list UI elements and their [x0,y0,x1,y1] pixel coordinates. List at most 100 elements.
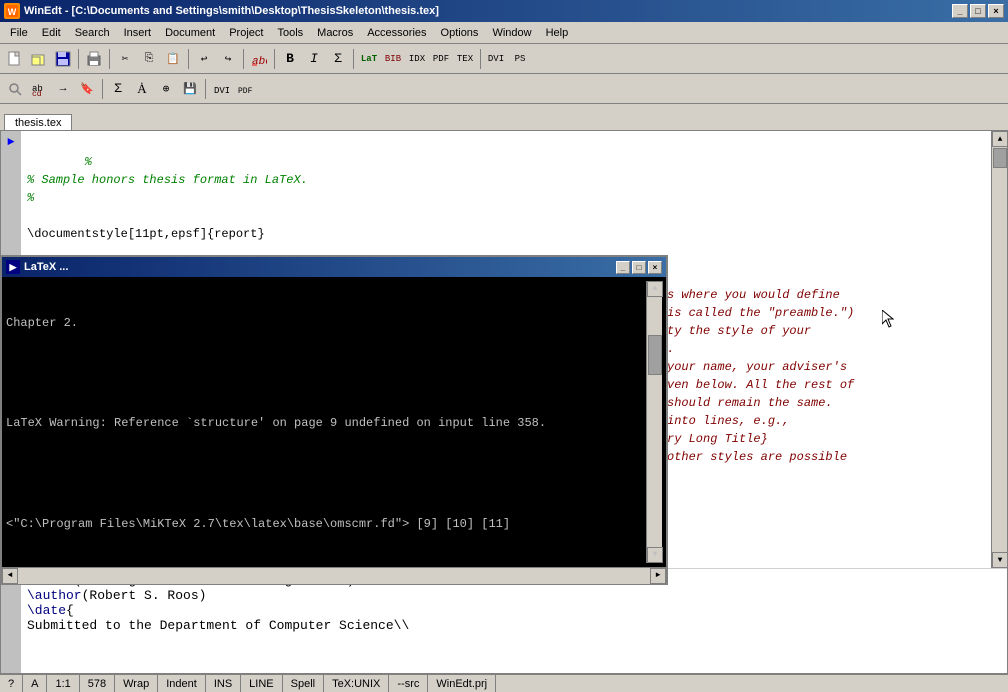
latex-title-left: ▶ LaTeX ... [6,260,68,274]
undo-button[interactable]: ↩ [193,48,215,70]
menu-edit[interactable]: Edit [36,25,67,41]
toolbar-separator-5 [274,49,275,69]
status-help[interactable]: ? [4,675,23,692]
vertical-scrollbar: ▲ ▼ [991,131,1007,568]
latex-hscroll-right[interactable]: ► [650,568,666,584]
menu-insert[interactable]: Insert [118,25,158,41]
italic-button[interactable]: I [303,48,325,70]
latex-minimize-button[interactable]: _ [616,261,630,274]
status-mode: A [23,675,47,692]
title-controls: _ □ × [952,4,1004,18]
print-button[interactable] [83,48,105,70]
menu-tools[interactable]: Tools [271,25,309,41]
status-wrap[interactable]: Wrap [115,675,158,692]
menu-bar: File Edit Search Insert Document Project… [0,22,1008,44]
latex-warn-1: LaTeX Warning: Reference `structure' on … [6,415,646,432]
menu-project[interactable]: Project [223,25,269,41]
cut-button[interactable]: ✂ [114,48,136,70]
bibtex-button[interactable]: BIB [382,48,404,70]
find-button[interactable] [4,78,26,100]
latex-scroll-up[interactable]: ▲ [647,281,663,297]
view-pdf-button[interactable]: PDF [234,78,256,100]
latex-content-area: Chapter 2. LaTeX Warning: Reference `str… [2,277,666,567]
menu-accessories[interactable]: Accessories [361,25,432,41]
goto-button[interactable]: → [52,78,74,100]
latex-hscroll-left[interactable]: ◄ [2,568,18,584]
symbol-button[interactable]: Σ [327,48,349,70]
scroll-track [992,147,1007,552]
ps-button[interactable]: PS [509,48,531,70]
texify-button[interactable]: TEX [454,48,476,70]
main-window: W WinEdt - [C:\Documents and Settings\sm… [0,0,1008,692]
status-line: LINE [241,675,282,692]
toolbar-2: abcd → 🔖 Σ Ȧ ⊕ 💾 DVI PDF [0,74,1008,104]
tab-thesis-tex[interactable]: thesis.tex [4,114,72,131]
toolbar2-separator-1 [102,79,103,99]
toolbar-separator-1 [78,49,79,69]
status-indent[interactable]: Indent [158,675,206,692]
cdots-button[interactable]: Ȧ [131,78,153,100]
scroll-down-button[interactable]: ▼ [992,552,1007,568]
svg-text:PDF: PDF [238,87,253,96]
view-dvi-button[interactable]: DVI [210,78,232,100]
menu-file[interactable]: File [4,25,34,41]
latex-scroll-thumb[interactable] [648,335,662,375]
latex-title-bar: ▶ LaTeX ... _ □ × [2,257,666,277]
spell-button[interactable]: abc [248,48,270,70]
new-button[interactable] [4,48,26,70]
dvi-button[interactable]: DVI [485,48,507,70]
latex-line-fd: <"C:\Program Files\MiKTeX 2.7\tex\latex\… [6,516,646,533]
save2-button[interactable]: 💾 [179,78,201,100]
pdflatex-button[interactable]: PDF [430,48,452,70]
svg-text:DVI: DVI [214,86,229,96]
cmd-author: \author [27,588,82,603]
save-button[interactable] [52,48,74,70]
menu-window[interactable]: Window [486,25,537,41]
current-line-arrow: ► [7,135,14,149]
minimize-button[interactable]: _ [952,4,968,18]
latex-output-text: Chapter 2. LaTeX Warning: Reference `str… [6,281,646,563]
status-bar: ? A 1:1 578 Wrap Indent INS LINE Spell T… [0,674,1008,692]
paste-button[interactable]: 📋 [162,48,184,70]
close-button[interactable]: × [988,4,1004,18]
scroll-thumb[interactable] [993,148,1007,168]
title-bar: W WinEdt - [C:\Documents and Settings\sm… [0,0,1008,22]
latex-horizontal-scrollbar: ◄ ► [2,567,666,583]
bold-button[interactable]: B [279,48,301,70]
makeindex-button[interactable]: IDX [406,48,428,70]
status-tex-mode: TeX:UNIX [324,675,389,692]
open-button[interactable] [28,48,50,70]
menu-macros[interactable]: Macros [311,25,359,41]
replace-button[interactable]: abcd [28,78,50,100]
menu-search[interactable]: Search [69,25,116,41]
status-ins: INS [206,675,241,692]
toolbar-separator-6 [353,49,354,69]
latex-icon-text: ▶ [10,262,17,273]
latex-compile-button[interactable]: LaT [358,48,380,70]
toolbar2-separator-2 [205,79,206,99]
maximize-button[interactable]: □ [970,4,986,18]
copy-button[interactable]: ⎘ [138,48,160,70]
window-title: WinEdt - [C:\Documents and Settings\smit… [24,5,439,17]
scroll-up-button[interactable]: ▲ [992,131,1007,147]
redo-button[interactable]: ↪ [217,48,239,70]
tab-bar: thesis.tex [0,104,1008,130]
latex-restore-button[interactable]: □ [632,261,646,274]
sum-button[interactable]: Σ [107,78,129,100]
status-app: WinEdt.prj [428,675,496,692]
status-spell[interactable]: Spell [283,675,324,692]
latex-blank-1 [6,365,646,382]
latex-close-button[interactable]: × [648,261,662,274]
bookmark-button[interactable]: 🔖 [76,78,98,100]
filter-button[interactable]: ⊕ [155,78,177,100]
menu-options[interactable]: Options [435,25,485,41]
title-bar-left: W WinEdt - [C:\Documents and Settings\sm… [4,3,439,19]
toolbar-separator-3 [188,49,189,69]
toolbar-separator-7 [480,49,481,69]
latex-scroll-down[interactable]: ▼ [647,547,663,563]
latex-icon: ▶ [6,260,20,274]
status-position: 1:1 [47,675,79,692]
menu-document[interactable]: Document [159,25,221,41]
menu-help[interactable]: Help [540,25,575,41]
latex-scroll-track [647,297,662,547]
